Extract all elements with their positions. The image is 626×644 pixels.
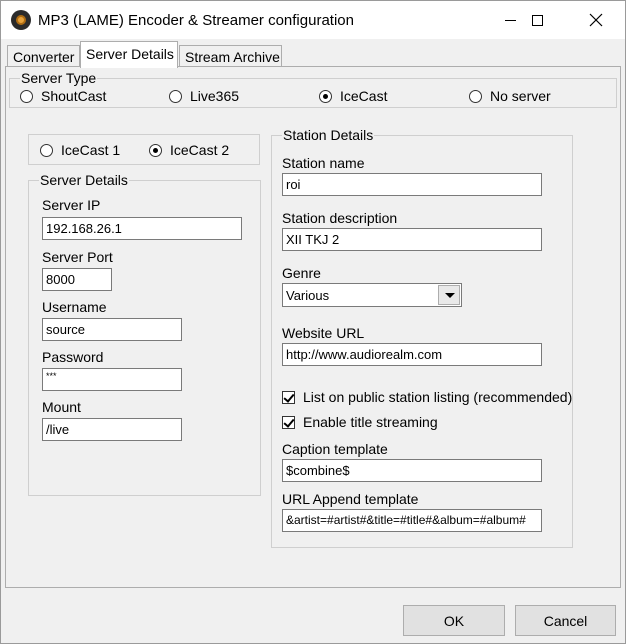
tab-stream-archive[interactable]: Stream Archive — [179, 45, 282, 67]
mount-label: Mount — [42, 399, 81, 415]
station-name-input[interactable]: roi — [282, 173, 542, 196]
server-port-label: Server Port — [42, 249, 113, 265]
station-details-group: Station Details Station name roi Station… — [271, 127, 573, 548]
radio-live365-label: Live365 — [190, 88, 240, 104]
radio-shoutcast[interactable]: ShoutCast — [20, 88, 106, 104]
url-append-label: URL Append template — [282, 491, 419, 507]
list-public-label: List on public station listing (recommen… — [303, 389, 573, 405]
genre-value: Various — [286, 288, 330, 303]
icecast-version-group: IceCast 1 IceCast 2 — [28, 134, 260, 165]
radio-icecast-1[interactable]: IceCast 1 — [40, 142, 120, 158]
server-details-group: Server Details Server IP 192.168.26.1 Se… — [28, 172, 261, 496]
caption-template-input[interactable]: $combine$ — [282, 459, 542, 482]
genre-select[interactable]: Various — [282, 283, 462, 307]
server-port-input[interactable]: 8000 — [42, 268, 112, 291]
close-icon — [589, 13, 603, 27]
server-type-legend: Server Type — [20, 70, 98, 86]
server-ip-input[interactable]: 192.168.26.1 — [42, 217, 242, 240]
station-description-input[interactable]: XII TKJ 2 — [282, 228, 542, 251]
station-description-label: Station description — [282, 210, 398, 226]
radio-shoutcast-label: ShoutCast — [41, 88, 107, 104]
radio-no-server-label: No server — [490, 88, 551, 104]
maximize-button[interactable] — [514, 1, 560, 39]
station-details-legend: Station Details — [282, 127, 375, 143]
radio-icecast[interactable]: IceCast — [319, 88, 387, 104]
radio-icecast-1-indicator — [40, 143, 53, 157]
maximize-icon — [531, 14, 543, 26]
radio-icecast-1-label: IceCast 1 — [61, 142, 121, 158]
enable-title-check-indicator — [282, 415, 295, 429]
username-label: Username — [42, 299, 107, 315]
radio-live365[interactable]: Live365 — [169, 88, 239, 104]
server-details-legend: Server Details — [39, 172, 129, 188]
config-window: MP3 (LAME) Encoder & Streamer configurat… — [0, 0, 626, 644]
website-url-label: Website URL — [282, 325, 365, 341]
enable-title-checkbox[interactable]: Enable title streaming — [282, 414, 438, 430]
window-title: MP3 (LAME) Encoder & Streamer configurat… — [38, 12, 354, 29]
tab-strip: Converter Server Details Stream Archive — [5, 41, 621, 68]
radio-icecast-label: IceCast — [340, 88, 388, 104]
radio-shoutcast-indicator — [20, 89, 33, 103]
close-button[interactable] — [573, 1, 619, 39]
radio-icecast-2-label: IceCast 2 — [170, 142, 230, 158]
server-type-group: Server Type ShoutCast Live365 IceCast No… — [9, 70, 617, 108]
radio-icecast-2[interactable]: IceCast 2 — [149, 142, 229, 158]
url-append-input[interactable]: &artist=#artist#&title=#title#&album=#al… — [282, 509, 542, 532]
ok-button[interactable]: OK — [403, 605, 505, 636]
password-input[interactable]: *** — [42, 368, 182, 391]
mount-input[interactable]: /live — [42, 418, 182, 441]
enable-title-label: Enable title streaming — [303, 414, 438, 430]
radio-icecast-indicator — [319, 89, 332, 103]
caption-template-label: Caption template — [282, 441, 388, 457]
website-url-input[interactable]: http://www.audiorealm.com — [282, 343, 542, 366]
radio-icecast-2-indicator — [149, 143, 162, 157]
server-ip-label: Server IP — [42, 197, 101, 213]
lame-encoder-icon — [11, 10, 31, 30]
cancel-button[interactable]: Cancel — [515, 605, 616, 636]
genre-label: Genre — [282, 265, 321, 281]
list-public-check-indicator — [282, 390, 295, 404]
station-name-label: Station name — [282, 155, 365, 171]
server-details-panel: Server Type ShoutCast Live365 IceCast No… — [5, 66, 621, 588]
chevron-down-icon[interactable] — [438, 285, 460, 305]
list-public-checkbox[interactable]: List on public station listing (recommen… — [282, 389, 572, 405]
radio-live365-indicator — [169, 89, 182, 103]
username-input[interactable]: source — [42, 318, 182, 341]
password-label: Password — [42, 349, 104, 365]
title-bar: MP3 (LAME) Encoder & Streamer configurat… — [1, 1, 625, 39]
tab-converter[interactable]: Converter — [7, 45, 80, 67]
tab-server-details[interactable]: Server Details — [80, 41, 178, 68]
radio-no-server-indicator — [469, 89, 482, 103]
radio-no-server[interactable]: No server — [469, 88, 551, 104]
